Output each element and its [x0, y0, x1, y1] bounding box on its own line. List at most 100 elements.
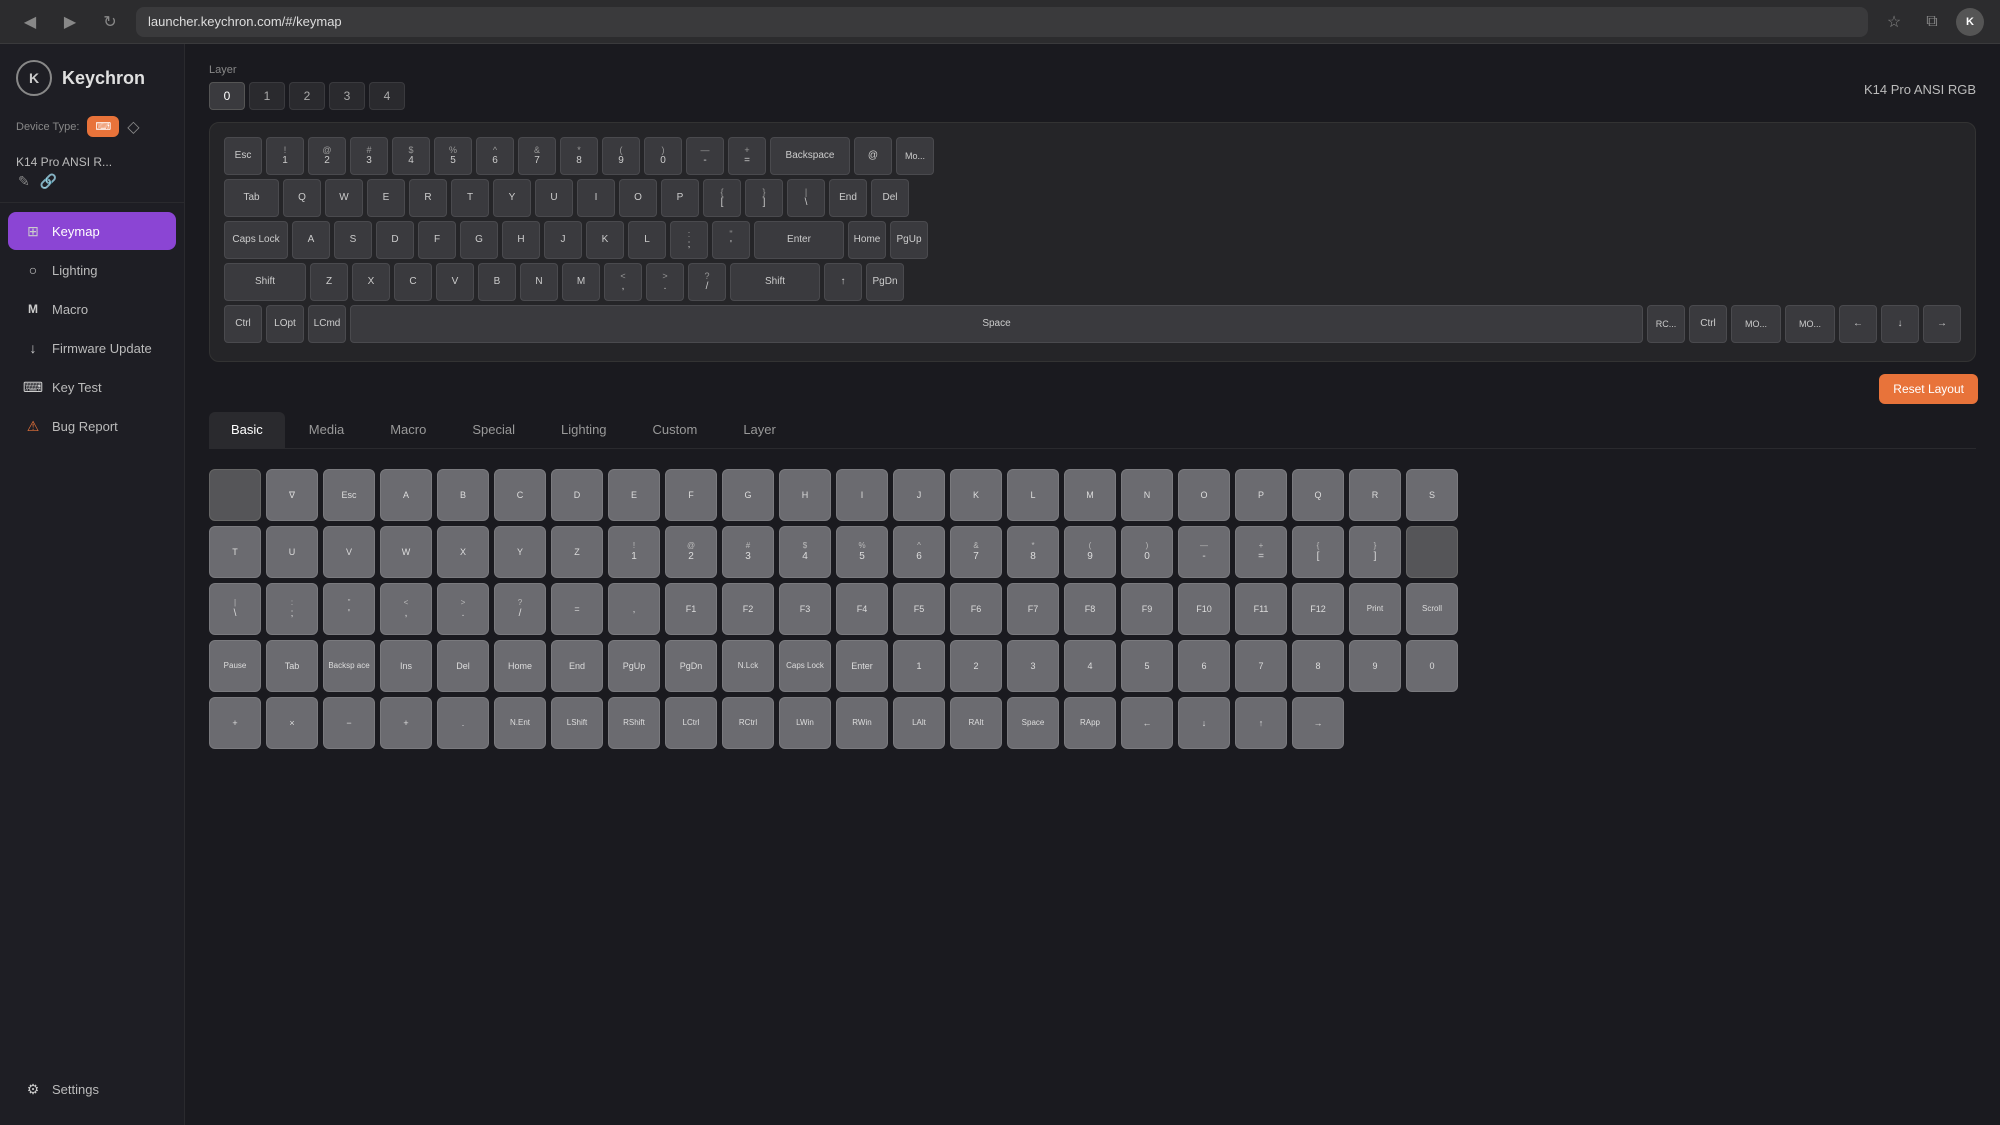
- key-period[interactable]: >.: [646, 263, 684, 301]
- grid-key-0[interactable]: )0: [1121, 526, 1173, 578]
- key-g[interactable]: G: [460, 221, 498, 259]
- layer-tab-4[interactable]: 4: [369, 82, 405, 110]
- key-v[interactable]: V: [436, 263, 474, 301]
- grid-key-f8[interactable]: F8: [1064, 583, 1116, 635]
- key-s[interactable]: S: [334, 221, 372, 259]
- grid-key-backspace[interactable]: Backsp ace: [323, 640, 375, 692]
- key-4[interactable]: $4: [392, 137, 430, 175]
- grid-key-9[interactable]: (9: [1064, 526, 1116, 578]
- key-right[interactable]: →: [1923, 305, 1961, 343]
- key-minus[interactable]: —-: [686, 137, 724, 175]
- key-3[interactable]: #3: [350, 137, 388, 175]
- grid-key-left[interactable]: ←: [1121, 697, 1173, 749]
- grid-key-numdot[interactable]: .: [437, 697, 489, 749]
- key-5[interactable]: %5: [434, 137, 472, 175]
- grid-key-slash[interactable]: ?/: [494, 583, 546, 635]
- grid-key-u[interactable]: U: [266, 526, 318, 578]
- grid-key-w[interactable]: W: [380, 526, 432, 578]
- key-home[interactable]: Home: [848, 221, 886, 259]
- layer-tab-2[interactable]: 2: [289, 82, 325, 110]
- grid-key-6[interactable]: ^6: [893, 526, 945, 578]
- key-r[interactable]: R: [409, 179, 447, 217]
- key-del[interactable]: Del: [871, 179, 909, 217]
- key-w[interactable]: W: [325, 179, 363, 217]
- key-o[interactable]: O: [619, 179, 657, 217]
- grid-key-lwin[interactable]: LWin: [779, 697, 831, 749]
- reset-layout-button[interactable]: Reset Layout: [1879, 374, 1978, 404]
- key-n[interactable]: N: [520, 263, 558, 301]
- key-lctrl[interactable]: Ctrl: [224, 305, 262, 343]
- grid-key-num7[interactable]: 7: [1235, 640, 1287, 692]
- key-t[interactable]: T: [451, 179, 489, 217]
- grid-key-nlck[interactable]: N.Lck: [722, 640, 774, 692]
- grid-key-8[interactable]: *8: [1007, 526, 1059, 578]
- key-7[interactable]: &7: [518, 137, 556, 175]
- grid-key-up[interactable]: ↑: [1235, 697, 1287, 749]
- key-f[interactable]: F: [418, 221, 456, 259]
- grid-key-m[interactable]: M: [1064, 469, 1116, 521]
- key-esc[interactable]: Esc: [224, 137, 262, 175]
- key-comma[interactable]: <,: [604, 263, 642, 301]
- grid-key-nabla[interactable]: ∇: [266, 469, 318, 521]
- key-b[interactable]: B: [478, 263, 516, 301]
- key-rbracket[interactable]: }]: [745, 179, 783, 217]
- key-mo-r1[interactable]: Mo...: [896, 137, 934, 175]
- tab-macro[interactable]: Macro: [368, 412, 448, 449]
- grid-key-s[interactable]: S: [1406, 469, 1458, 521]
- key-equals[interactable]: +=: [728, 137, 766, 175]
- grid-key-rbracket[interactable]: }]: [1349, 526, 1401, 578]
- sidebar-item-bugreport[interactable]: ⚠ Bug Report: [8, 407, 176, 445]
- key-left[interactable]: ←: [1839, 305, 1877, 343]
- grid-key-multiply[interactable]: ×: [266, 697, 318, 749]
- key-9[interactable]: (9: [602, 137, 640, 175]
- grid-key-del2[interactable]: Del: [437, 640, 489, 692]
- grid-key-end[interactable]: End: [551, 640, 603, 692]
- grid-key-b[interactable]: B: [437, 469, 489, 521]
- key-lbracket[interactable]: {[: [703, 179, 741, 217]
- key-p[interactable]: P: [661, 179, 699, 217]
- grid-key-5[interactable]: %5: [836, 526, 888, 578]
- grid-key-empty[interactable]: [209, 469, 261, 521]
- sidebar-item-settings[interactable]: ⚙ Settings: [8, 1070, 176, 1108]
- device-link-btn[interactable]: 🔗: [40, 173, 57, 190]
- grid-key-ralt[interactable]: RAlt: [950, 697, 1002, 749]
- key-capslock[interactable]: Caps Lock: [224, 221, 288, 259]
- grid-key-num9[interactable]: 9: [1349, 640, 1401, 692]
- grid-key-y[interactable]: Y: [494, 526, 546, 578]
- address-bar[interactable]: [136, 7, 1868, 37]
- grid-key-t[interactable]: T: [209, 526, 261, 578]
- key-6[interactable]: ^6: [476, 137, 514, 175]
- grid-key-pause[interactable]: Pause: [209, 640, 261, 692]
- sidebar-item-keymap[interactable]: ⊞ Keymap: [8, 212, 176, 250]
- tab-media[interactable]: Media: [287, 412, 366, 449]
- grid-key-ins[interactable]: Ins: [380, 640, 432, 692]
- grid-key-l[interactable]: L: [1007, 469, 1059, 521]
- grid-key-o[interactable]: O: [1178, 469, 1230, 521]
- grid-key-num2[interactable]: 2: [950, 640, 1002, 692]
- account-avatar[interactable]: K: [1956, 8, 1984, 36]
- grid-key-f9[interactable]: F9: [1121, 583, 1173, 635]
- key-d[interactable]: D: [376, 221, 414, 259]
- grid-key-r[interactable]: R: [1349, 469, 1401, 521]
- grid-key-k[interactable]: K: [950, 469, 1002, 521]
- grid-key-rctrl[interactable]: RCtrl: [722, 697, 774, 749]
- key-up[interactable]: ↑: [824, 263, 862, 301]
- key-slash[interactable]: ?/: [688, 263, 726, 301]
- layer-tab-3[interactable]: 3: [329, 82, 365, 110]
- grid-key-equals2[interactable]: =: [551, 583, 603, 635]
- key-u[interactable]: U: [535, 179, 573, 217]
- grid-key-num6[interactable]: 6: [1178, 640, 1230, 692]
- grid-key-print[interactable]: Print: [1349, 583, 1401, 635]
- refresh-button[interactable]: ↻: [96, 8, 124, 36]
- device-edit-btn[interactable]: ✎: [18, 173, 30, 190]
- key-backspace[interactable]: Backspace: [770, 137, 850, 175]
- key-e[interactable]: E: [367, 179, 405, 217]
- sidebar-item-macro[interactable]: M Macro: [8, 290, 176, 328]
- grid-key-e[interactable]: E: [608, 469, 660, 521]
- key-rshift[interactable]: Shift: [730, 263, 820, 301]
- grid-key-minus[interactable]: —-: [1178, 526, 1230, 578]
- key-8[interactable]: *8: [560, 137, 598, 175]
- grid-key-num5[interactable]: 5: [1121, 640, 1173, 692]
- grid-key-p[interactable]: P: [1235, 469, 1287, 521]
- grid-key-f7[interactable]: F7: [1007, 583, 1059, 635]
